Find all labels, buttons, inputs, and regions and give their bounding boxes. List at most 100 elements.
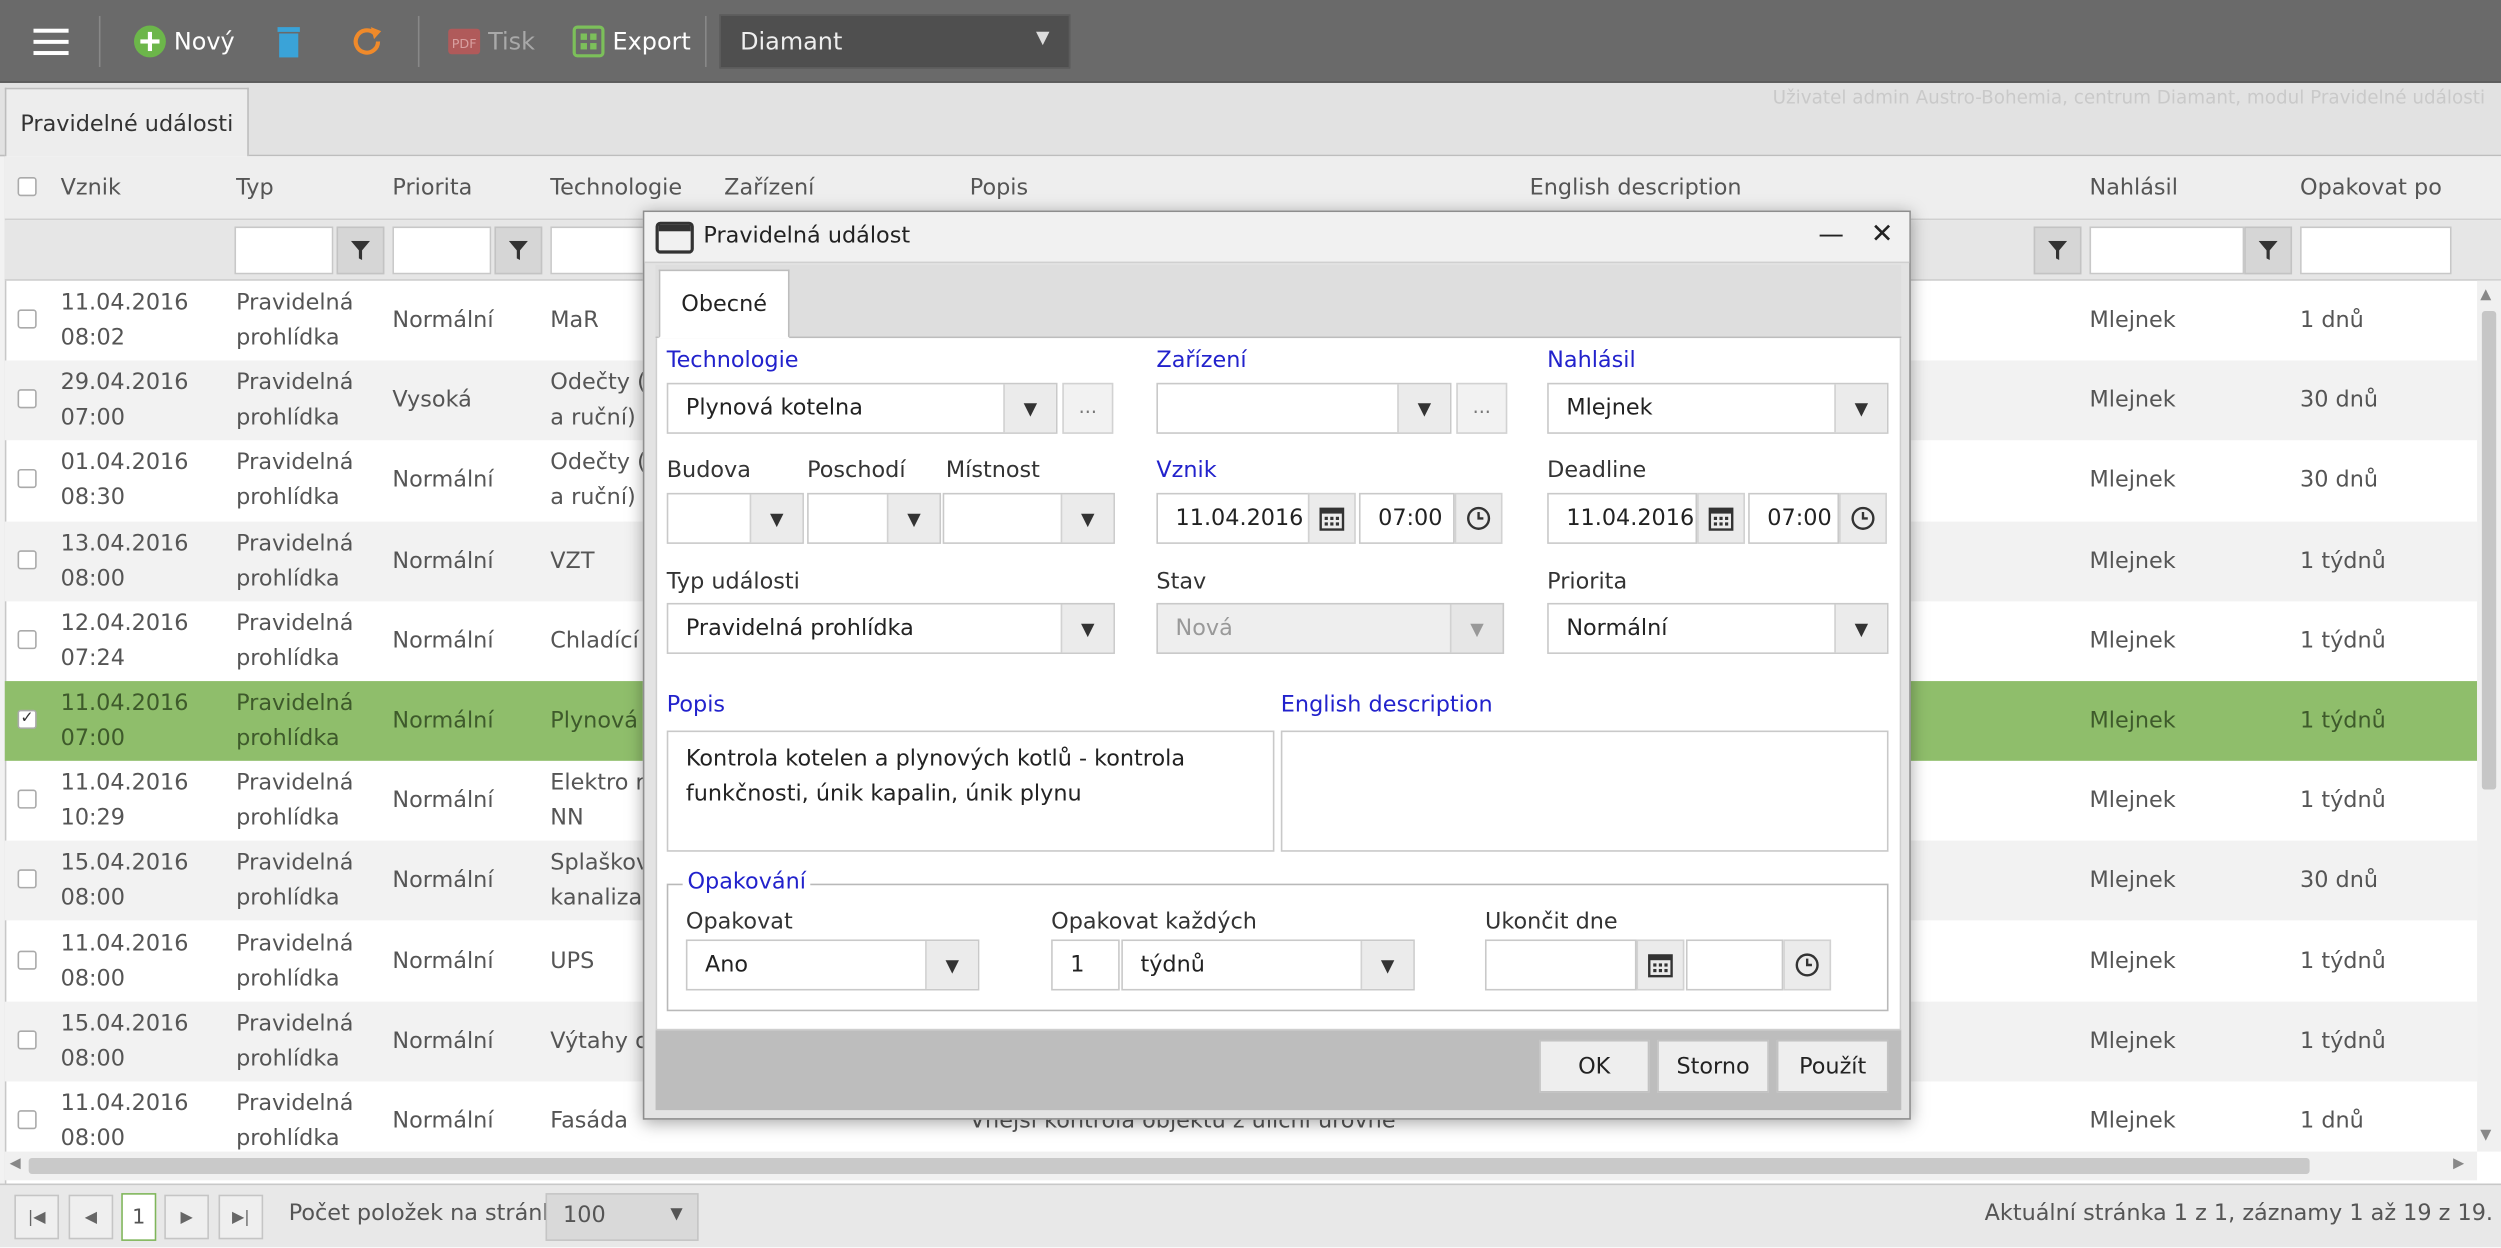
vznik-date-input[interactable]: 11.04.2016 [1156, 492, 1310, 544]
dropdown-arrow-icon[interactable]: ▼ [1060, 494, 1114, 543]
technologie-label: Technologie [666, 347, 799, 374]
filter-input-typ[interactable] [234, 226, 334, 275]
tab-obecne[interactable]: Obecné [658, 269, 790, 339]
vznik-time-input[interactable]: 07:00 [1358, 492, 1455, 544]
row-checkbox[interactable] [17, 789, 37, 809]
new-button[interactable]: Nový [132, 16, 235, 67]
scroll-left-icon[interactable]: ◀ [10, 1156, 21, 1172]
storno-button[interactable]: Storno [1657, 1039, 1769, 1093]
filter-input-nahlasil[interactable] [2089, 226, 2245, 275]
poschodi-select[interactable]: ▼ [807, 492, 942, 544]
print-button[interactable]: PDF Tisk [447, 16, 535, 67]
opakovat-jednotka-select[interactable]: týdnů ▼ [1121, 939, 1415, 991]
current-page[interactable]: 1 [121, 1193, 157, 1241]
dropdown-arrow-icon[interactable]: ▼ [925, 941, 978, 989]
export-button[interactable]: Export [571, 16, 691, 67]
mistnost-select[interactable]: ▼ [942, 492, 1115, 544]
zarizeni-select[interactable]: ▼ [1156, 382, 1452, 434]
dropdown-arrow-icon[interactable]: ▼ [1834, 384, 1887, 433]
cell-nahlasil: Mlejnek [2089, 1028, 2176, 1054]
calendar-icon[interactable] [1636, 939, 1685, 991]
opakovat-select[interactable]: Ano ▼ [685, 939, 980, 991]
vertical-scroll-thumb[interactable] [2481, 311, 2497, 790]
select-all-checkbox[interactable] [17, 177, 37, 197]
clock-icon[interactable] [1783, 939, 1832, 991]
filter-icon[interactable] [494, 226, 543, 275]
next-page-button[interactable]: ▶ [164, 1194, 209, 1240]
clock-icon[interactable] [1839, 492, 1887, 544]
deadline-label: Deadline [1547, 457, 1647, 484]
deadline-time-input[interactable]: 07:00 [1748, 492, 1840, 544]
cell-typ-line1: Pravidelná [236, 610, 354, 637]
technologie-browse-button[interactable]: ... [1062, 382, 1114, 434]
center-select[interactable]: Diamant ▼ [719, 14, 1071, 69]
dropdown-arrow-icon[interactable]: ▼ [749, 494, 803, 543]
row-checkbox[interactable] [17, 1030, 37, 1050]
dropdown-arrow-icon[interactable]: ▼ [1360, 941, 1414, 989]
nahlasil-select[interactable]: Mlejnek ▼ [1547, 382, 1889, 434]
filter-icon[interactable] [2244, 226, 2293, 275]
dropdown-arrow-icon[interactable]: ▼ [1003, 384, 1056, 433]
ukoncit-time-input[interactable] [1685, 939, 1784, 991]
deadline-date-input[interactable]: 11.04.2016 [1547, 492, 1698, 544]
column-header-priorita[interactable]: Priorita [392, 175, 472, 201]
close-icon[interactable]: ✕ [1869, 219, 1895, 251]
dropdown-arrow-icon[interactable]: ▼ [1397, 384, 1450, 433]
row-checkbox[interactable] [17, 629, 37, 649]
minimize-icon[interactable]: — [1818, 219, 1844, 249]
typ-udalosti-select[interactable]: Pravidelná prohlídka ▼ [666, 602, 1115, 654]
menu-icon[interactable] [32, 24, 70, 59]
row-checkbox[interactable] [17, 949, 37, 970]
first-page-button[interactable]: |◀ [14, 1194, 60, 1240]
technologie-select[interactable]: Plynová kotelna ▼ [666, 382, 1058, 434]
filter-input-priorita[interactable] [392, 226, 492, 275]
filter-icon[interactable] [2033, 226, 2082, 275]
column-header-nahlasil[interactable]: Nahlásil [2089, 175, 2177, 201]
filter-icon[interactable] [336, 226, 385, 275]
zarizeni-browse-button[interactable]: ... [1456, 382, 1508, 434]
row-checkbox[interactable] [17, 389, 37, 409]
last-page-button[interactable]: ▶| [218, 1194, 264, 1240]
column-header-typ[interactable]: Typ [236, 175, 274, 201]
row-checkbox[interactable] [17, 1110, 37, 1130]
priorita-select[interactable]: Normální ▼ [1547, 602, 1889, 654]
row-checkbox[interactable] [17, 469, 37, 489]
filter-input-technologie[interactable] [550, 226, 650, 275]
dropdown-arrow-icon[interactable]: ▼ [1834, 604, 1887, 653]
calendar-icon[interactable] [1307, 492, 1356, 544]
refresh-button[interactable] [349, 16, 390, 67]
clock-icon[interactable] [1454, 492, 1503, 544]
cell-vznik-date: 11.04.2016 [60, 1091, 189, 1117]
column-header-vznik[interactable]: Vznik [61, 175, 121, 201]
ukoncit-date-input[interactable] [1484, 939, 1637, 991]
row-checkbox[interactable]: ✓ [17, 709, 37, 729]
delete-button[interactable] [271, 16, 312, 67]
calendar-icon[interactable] [1697, 492, 1745, 544]
scroll-up-icon[interactable]: ▲ [2480, 287, 2491, 303]
page-size-select[interactable]: 100 ▼ [545, 1193, 699, 1241]
opakovat-pocet-input[interactable]: 1 [1051, 939, 1120, 991]
row-checkbox[interactable] [17, 549, 37, 569]
dropdown-arrow-icon[interactable]: ▼ [1060, 604, 1114, 653]
opakovat-label: Opakovat [685, 909, 793, 935]
column-header-english-description[interactable]: English description [1530, 175, 1742, 201]
ok-button[interactable]: OK [1539, 1039, 1650, 1093]
dropdown-arrow-icon[interactable]: ▼ [886, 494, 940, 543]
english-description-textarea[interactable] [1280, 730, 1889, 852]
column-header-popis[interactable]: Popis [970, 175, 1028, 201]
budova-select[interactable]: ▼ [666, 492, 804, 544]
column-header-zarizeni[interactable]: Zařízení [724, 175, 814, 201]
cell-vznik-time: 08:00 [60, 565, 125, 592]
prev-page-button[interactable]: ◀ [68, 1194, 114, 1240]
row-checkbox[interactable] [17, 309, 37, 329]
tab-pravidelne-udalosti[interactable]: Pravidelné události [4, 87, 249, 158]
pouzit-button[interactable]: Použít [1776, 1039, 1889, 1093]
column-header-opakovat-po[interactable]: Opakovat po [2300, 175, 2442, 201]
scroll-right-icon[interactable]: ▶ [2453, 1156, 2464, 1172]
row-checkbox[interactable] [17, 869, 37, 890]
scroll-down-icon[interactable]: ▼ [2480, 1128, 2491, 1144]
filter-input-opakovat-po[interactable] [2300, 226, 2452, 275]
horizontal-scroll-thumb[interactable] [28, 1157, 2310, 1174]
column-header-technologie[interactable]: Technologie [550, 175, 682, 201]
popis-textarea[interactable]: Kontrola kotelen a plynových kotlů - kon… [666, 730, 1275, 852]
